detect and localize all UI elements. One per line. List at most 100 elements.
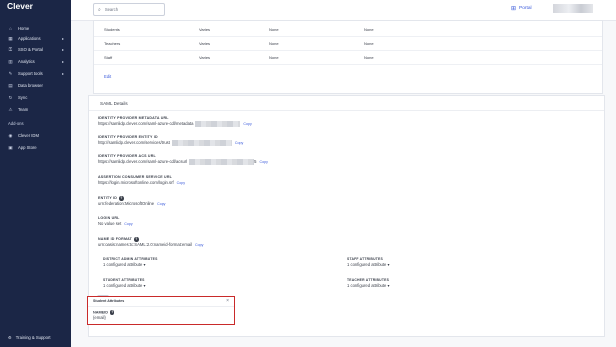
sidebar-item-home[interactable]: ⌂ Home bbox=[0, 24, 71, 33]
divider bbox=[88, 306, 234, 307]
role-col3: None bbox=[364, 41, 374, 46]
divider bbox=[89, 110, 604, 111]
chevron-right-icon: ▸ bbox=[61, 47, 64, 52]
entity-id-value: http://samlidp.clever.com/services/trust… bbox=[98, 140, 244, 146]
sidebar-item-label: Sync bbox=[18, 95, 28, 100]
search-input[interactable]: ⌕ Search bbox=[93, 3, 165, 16]
teacher-attrs-dropdown[interactable]: 1 configured attribute ▾ bbox=[347, 283, 390, 288]
sidebar-item-team[interactable]: ⚠ Team bbox=[0, 105, 71, 114]
sidebar-item-label: Clever IDM bbox=[18, 133, 39, 138]
search-icon: ⌕ bbox=[98, 6, 101, 13]
addons-heading: Add-ons bbox=[8, 121, 24, 126]
login-url-value: No value set Copy bbox=[98, 221, 133, 226]
sidebar-item-data-browser[interactable]: ▤ Data browser bbox=[0, 81, 71, 90]
copy-button[interactable]: Copy bbox=[243, 122, 251, 126]
acs-consumer-label: ASSERTION CONSUMER SERVICE URL bbox=[98, 175, 173, 179]
help-icon: ? bbox=[134, 237, 139, 242]
role-name: Staff bbox=[104, 55, 113, 60]
sidebar-item-label: Data browser bbox=[18, 83, 43, 88]
portal-grid-icon: ⊞ bbox=[511, 6, 517, 12]
warning-icon: ⚠ bbox=[8, 107, 13, 112]
caret-down-icon: ▾ bbox=[143, 262, 146, 267]
key-icon: ⚿ bbox=[8, 47, 13, 52]
acs-url-label: IDENTITY PROVIDER ACS URL bbox=[98, 154, 156, 158]
sidebar-item-label: Support tools bbox=[18, 71, 43, 76]
metadata-url-label: IDENTITY PROVIDER METADATA URL bbox=[98, 116, 169, 120]
edit-link[interactable]: Edit bbox=[104, 74, 111, 79]
table-row: Staff Varies None None bbox=[94, 51, 602, 65]
top-bar: ⌕ Search ⊞ Portal bbox=[71, 0, 616, 21]
search-placeholder: Search bbox=[104, 7, 119, 12]
sidebar-item-sync[interactable]: ↻ Sync bbox=[0, 93, 71, 102]
sidebar-item-label: SSO & Portal bbox=[18, 47, 43, 52]
role-col1: Varies bbox=[199, 41, 211, 46]
copy-button[interactable]: Copy bbox=[177, 181, 185, 185]
sidebar-item-label: Home bbox=[18, 26, 30, 31]
redacted-block bbox=[195, 121, 241, 127]
student-attributes-popover: Student Attributes × NAMEID? {email} bbox=[87, 296, 235, 325]
store-icon: ▣ bbox=[8, 145, 13, 150]
copy-button[interactable]: Copy bbox=[157, 202, 165, 206]
help-icon: ? bbox=[119, 196, 124, 201]
sidebar-item-applications[interactable]: ▦ Applications ▸ bbox=[0, 34, 71, 43]
acs-consumer-value: https://login.microsoftonline.com/login.… bbox=[98, 180, 186, 185]
nameid-label: NAMEID? bbox=[93, 310, 115, 315]
table-row: Teachers Varies None None bbox=[94, 37, 602, 51]
sidebar: Clever ⌂ Home ▦ Applications ▸ ⚿ SSO & P… bbox=[0, 0, 71, 347]
portal-link[interactable]: ⊞ Portal bbox=[511, 5, 532, 12]
sidebar-item-clever-idm[interactable]: ◉ Clever IDM bbox=[0, 131, 71, 140]
chevron-right-icon: ▸ bbox=[61, 71, 64, 76]
help-icon: ⚙ bbox=[8, 335, 12, 340]
id-icon: ◉ bbox=[8, 133, 13, 138]
copy-button[interactable]: Copy bbox=[195, 243, 203, 247]
copy-button[interactable]: Copy bbox=[124, 222, 132, 226]
role-col2: None bbox=[269, 27, 279, 32]
sidebar-item-analytics[interactable]: ▥ Analytics ▸ bbox=[0, 57, 71, 66]
role-col2: None bbox=[269, 41, 279, 46]
role-name: Students bbox=[104, 27, 120, 32]
saml-details-title: SAML Details bbox=[100, 101, 128, 106]
copy-button[interactable]: Copy bbox=[259, 160, 267, 164]
sidebar-item-label: Analytics bbox=[18, 59, 35, 64]
clever-logo[interactable]: Clever bbox=[7, 1, 33, 11]
teacher-attrs-label: TEACHER ATTRIBUTES bbox=[347, 278, 390, 282]
role-name: Teachers bbox=[104, 41, 121, 46]
roles-table-card: Students Varies None None Teachers Varie… bbox=[93, 20, 603, 94]
district-admin-attrs-dropdown[interactable]: 1 configured attribute ▾ bbox=[103, 262, 146, 267]
sidebar-item-app-store[interactable]: ▣ App Store bbox=[0, 143, 71, 152]
sidebar-item-support-tools[interactable]: ✎ Support tools ▸ bbox=[0, 69, 71, 78]
sidebar-item-label: Team bbox=[18, 107, 29, 112]
redacted-block bbox=[171, 140, 232, 146]
chart-icon: ▥ bbox=[8, 59, 13, 64]
chevron-right-icon: ▸ bbox=[61, 36, 64, 41]
wrench-icon: ✎ bbox=[8, 71, 13, 76]
sidebar-item-sso-portal[interactable]: ⚿ SSO & Portal ▸ bbox=[0, 45, 71, 54]
grid-icon: ▦ bbox=[8, 36, 13, 41]
sidebar-item-label: Applications bbox=[18, 36, 41, 41]
role-col3: None bbox=[364, 27, 374, 32]
close-icon[interactable]: × bbox=[226, 298, 229, 304]
copy-button[interactable]: Copy bbox=[235, 141, 243, 145]
role-col2: None bbox=[269, 55, 279, 60]
student-attrs-dropdown[interactable]: 1 configured attribute ▾ bbox=[103, 283, 146, 288]
help-label: Training & Support bbox=[15, 335, 51, 340]
nameid-value: {email} bbox=[93, 315, 106, 320]
role-col1: Varies bbox=[199, 55, 211, 60]
staff-attrs-label: STAFF ATTRIBUTES bbox=[347, 257, 383, 261]
role-col3: None bbox=[364, 55, 374, 60]
district-admin-attrs-label: DISTRICT ADMIN ATTRIBUTES bbox=[103, 257, 158, 261]
caret-down-icon: ▾ bbox=[387, 283, 390, 288]
staff-attrs-dropdown[interactable]: 1 configured attribute ▾ bbox=[347, 262, 390, 267]
redacted-block bbox=[189, 159, 255, 165]
entity-id-label: IDENTITY PROVIDER ENTITY ID bbox=[98, 135, 158, 139]
entity-id2-label: ENTITY ID? bbox=[98, 196, 124, 201]
student-attrs-label: STUDENT ATTRIBUTES bbox=[103, 278, 145, 282]
login-url-label: LOGIN URL bbox=[98, 216, 120, 220]
metadata-url-value: https://samlidp.clever.com/saml-azure-cd… bbox=[98, 121, 252, 127]
user-menu-redacted[interactable] bbox=[553, 4, 593, 13]
popover-title: Student Attributes bbox=[93, 299, 125, 303]
name-id-value: urn:oasis:names:tc:SAML:2.0:nameid-forma… bbox=[98, 242, 204, 247]
training-support-link[interactable]: ⚙ Training & Support bbox=[8, 335, 51, 340]
entity-id2-value: urn:federation:MicrosoftOnline Copy bbox=[98, 201, 166, 206]
role-col1: Varies bbox=[199, 27, 211, 32]
